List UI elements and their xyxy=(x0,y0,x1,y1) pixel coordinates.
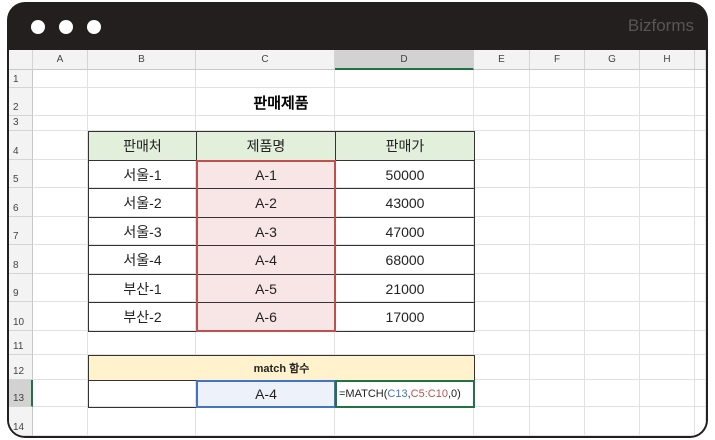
gridline xyxy=(584,70,585,436)
formula-ref-c5-c10: C5:C10 xyxy=(410,388,448,400)
row-header-8[interactable]: 8 xyxy=(9,245,33,274)
window-dot-icon[interactable] xyxy=(87,20,101,34)
formula-cell-d13[interactable]: =MATCH(C13, C5:C10,0) xyxy=(335,380,475,408)
row-header-9[interactable]: 9 xyxy=(9,274,33,302)
table-header-cell[interactable]: 제품명 xyxy=(196,131,336,161)
gridline xyxy=(639,70,640,436)
select-all-corner[interactable] xyxy=(9,50,33,70)
row-header-13[interactable]: 13 xyxy=(9,380,33,407)
table-cell[interactable]: 서울-4 xyxy=(88,245,197,275)
gridline xyxy=(529,70,530,436)
table-cell[interactable]: 21000 xyxy=(335,274,475,303)
table-cell[interactable]: 서울-1 xyxy=(88,160,197,189)
row-header-11[interactable]: 11 xyxy=(9,331,33,355)
column-header-B[interactable]: B xyxy=(88,50,196,70)
row-header-4[interactable]: 4 xyxy=(9,131,33,160)
gridline xyxy=(694,70,695,436)
column-header-H[interactable]: H xyxy=(640,50,695,70)
row-header-5[interactable]: 5 xyxy=(9,160,33,188)
row-header-2[interactable]: 2 xyxy=(9,88,33,116)
gridline xyxy=(33,435,706,436)
column-header-filler xyxy=(695,50,706,70)
formula-text: =MATCH( xyxy=(339,388,388,400)
row-header-7[interactable]: 7 xyxy=(9,217,33,245)
table-header-cell[interactable]: 판매처 xyxy=(88,131,197,161)
cell-b13[interactable] xyxy=(88,380,197,408)
table-cell[interactable]: 부산-1 xyxy=(88,274,197,303)
table-header-cell[interactable]: 판매가 xyxy=(335,131,475,161)
window-dot-icon[interactable] xyxy=(59,20,73,34)
column-header-C[interactable]: C xyxy=(196,50,335,70)
row-header-14[interactable]: 14 xyxy=(9,407,33,436)
column-header-F[interactable]: F xyxy=(530,50,585,70)
row-header-1[interactable]: 1 xyxy=(9,70,33,88)
spreadsheet-grid: A B C D E F G H 1 2 3 4 5 6 7 8 9 10 11 12 13 14 판매제품 판매처 제품명 판매가… xyxy=(9,50,706,436)
row-header-6[interactable]: 6 xyxy=(9,188,33,217)
brand-logo: Bizforms xyxy=(627,16,694,35)
row-header-12[interactable]: 12 xyxy=(9,355,33,380)
row-header-3[interactable]: 3 xyxy=(9,116,33,131)
table-cell[interactable]: 서울-2 xyxy=(88,188,197,218)
column-header-G[interactable]: G xyxy=(585,50,640,70)
table-cell[interactable]: 47000 xyxy=(335,217,475,246)
formula-ref-c13: C13 xyxy=(387,388,408,400)
column-header-E[interactable]: E xyxy=(474,50,530,70)
table-cell[interactable]: 68000 xyxy=(335,245,475,275)
column-header-D[interactable]: D xyxy=(335,50,474,70)
app-window: Bizforms A B C D E F G H 1 2 3 4 5 6 7 8 9 10 11 12 13 14 판매제품… xyxy=(7,2,708,438)
formula-text: ,0) xyxy=(447,388,461,400)
reference-range-c5-c10 xyxy=(196,160,336,332)
table-cell[interactable]: 서울-3 xyxy=(88,217,197,246)
lookup-cell-c13[interactable]: A-4 xyxy=(196,380,336,408)
match-label-cell[interactable]: match 함수 xyxy=(88,355,475,381)
gridline xyxy=(705,70,706,436)
row-header-10[interactable]: 10 xyxy=(9,302,33,331)
window-dot-icon[interactable] xyxy=(31,20,45,34)
table-cell[interactable]: 50000 xyxy=(335,160,475,189)
table-cell[interactable]: 17000 xyxy=(335,302,475,332)
sheet-title: 판매제품 xyxy=(253,94,309,112)
column-header-A[interactable]: A xyxy=(33,50,88,70)
table-cell[interactable]: 부산-2 xyxy=(88,302,197,332)
table-cell[interactable]: 43000 xyxy=(335,188,475,218)
